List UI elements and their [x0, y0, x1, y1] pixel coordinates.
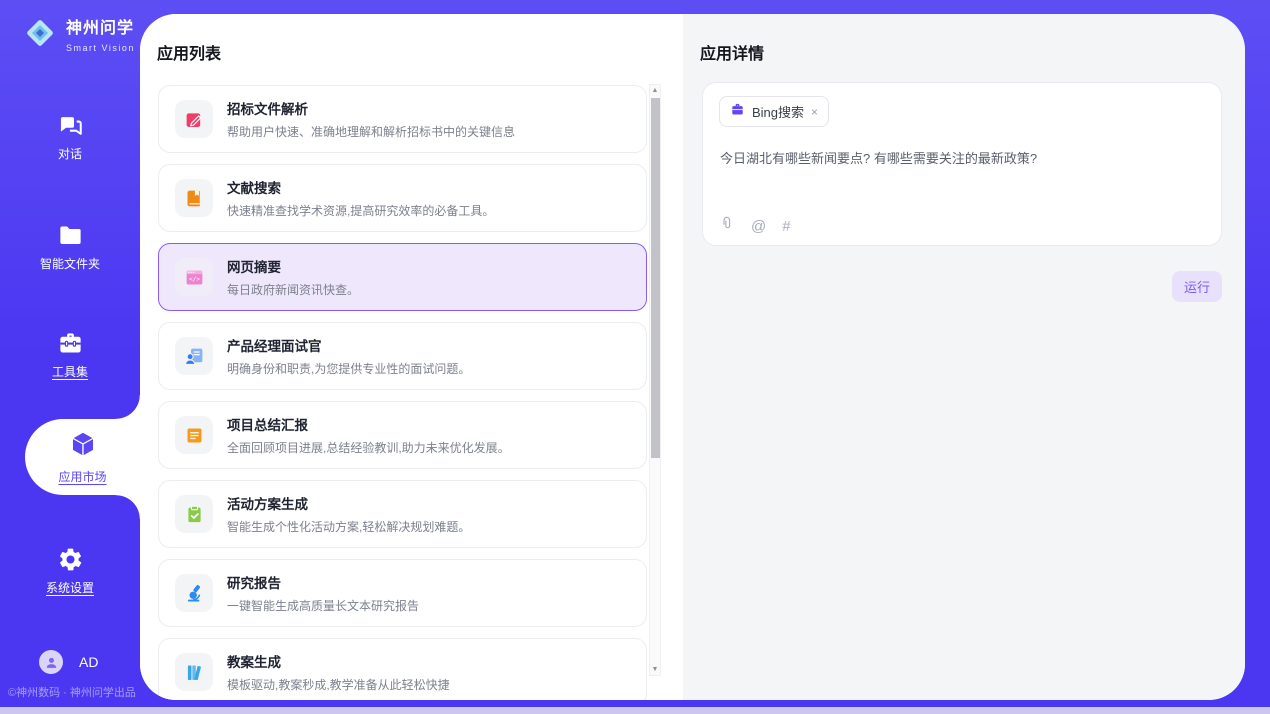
avatar	[39, 650, 63, 674]
app-list-panel: 应用列表 招标文件解析 帮助用户快速、准确地理解和解析招标书中的关键信息	[140, 14, 683, 700]
app-card-research-report[interactable]: 研究报告 一键智能生成高质量长文本研究报告	[158, 559, 647, 627]
svg-text:</>: </>	[188, 276, 199, 283]
scrollbar-thumb[interactable]	[651, 98, 660, 458]
folder-icon	[0, 222, 140, 249]
sidebar-item-label: 对话	[0, 145, 140, 162]
logo-subtitle: Smart Vision	[66, 43, 135, 53]
list-scrollbar[interactable]: ▲ ▼	[649, 84, 661, 676]
tool-tag-label: Bing搜索	[752, 102, 804, 121]
run-button[interactable]: 运行	[1172, 271, 1222, 302]
tab-notch-top	[116, 395, 140, 419]
app-card-lesson-plan[interactable]: 教案生成 模板驱动,教案秒成,教学准备从此轻松快捷	[158, 638, 647, 700]
briefcase-icon	[730, 102, 745, 122]
app-description: 明确身份和职责,为您提供专业性的面试问题。	[227, 360, 470, 377]
scroll-down-icon[interactable]: ▼	[650, 666, 660, 673]
copyright-text: ©神州数码 · 神州问学出品	[8, 684, 136, 700]
user-name: AD	[79, 654, 98, 670]
app-name: 活动方案生成	[227, 493, 470, 513]
app-card-pm-interviewer[interactable]: 产品经理面试官 明确身份和职责,为您提供专业性的面试问题。	[158, 322, 647, 390]
app-name: 文献搜索	[227, 177, 494, 197]
sidebar-item-label: 应用市场	[58, 468, 106, 485]
scroll-up-icon[interactable]: ▲	[650, 87, 660, 94]
bottom-strip	[0, 707, 1270, 714]
app-name: 项目总结汇报	[227, 414, 510, 434]
microscope-icon	[175, 574, 213, 612]
sidebar-item-label: 智能文件夹	[0, 255, 140, 272]
sidebar-item-chat[interactable]: 对话	[0, 112, 140, 162]
app-name: 产品经理面试官	[227, 335, 470, 355]
attach-toolbar: @ #	[719, 215, 791, 238]
prompt-text[interactable]: 今日湖北有哪些新闻要点? 有哪些需要关注的最新政策?	[720, 149, 1200, 169]
interviewer-icon	[175, 337, 213, 375]
logo-diamond-icon	[22, 15, 58, 56]
main-container: 应用列表 招标文件解析 帮助用户快速、准确地理解和解析招标书中的关键信息	[140, 14, 1245, 700]
app-description: 智能生成个性化活动方案,轻松解决规划难题。	[227, 518, 470, 535]
app-name: 教案生成	[227, 651, 450, 671]
app-description: 一键智能生成高质量长文本研究报告	[227, 597, 419, 614]
tab-notch-bottom	[116, 495, 140, 519]
app-detail-panel: 应用详情 Bing搜索 × 今日湖北有哪些新闻要点? 有哪些需要关注的最新政策?	[683, 14, 1245, 700]
prompt-card: Bing搜索 × 今日湖北有哪些新闻要点? 有哪些需要关注的最新政策? @ #	[702, 82, 1222, 246]
user-account[interactable]: AD	[39, 650, 98, 674]
sidebar-item-label: 工具集	[0, 363, 140, 380]
paperclip-icon[interactable]	[719, 215, 735, 238]
hash-icon[interactable]: #	[782, 218, 790, 235]
sidebar-item-settings[interactable]: 系统设置	[0, 546, 140, 596]
app-description: 帮助用户快速、准确地理解和解析招标书中的关键信息	[227, 123, 515, 140]
app-name: 招标文件解析	[227, 98, 515, 118]
books-icon	[175, 653, 213, 691]
app-description: 快速精准查找学术资源,提高研究效率的必备工具。	[227, 202, 494, 219]
chat-icon	[0, 112, 140, 139]
app-card-web-summary[interactable]: </> 网页摘要 每日政府新闻资讯快查。	[158, 243, 647, 311]
app-card-literature-search[interactable]: 文献搜索 快速精准查找学术资源,提高研究效率的必备工具。	[158, 164, 647, 232]
cube-icon	[68, 429, 98, 464]
logo: 神州问学 Smart Vision	[22, 14, 140, 56]
sidebar-item-label: 系统设置	[0, 579, 140, 596]
app-description: 全面回顾项目进展,总结经验教训,助力未来优化发展。	[227, 439, 510, 456]
app-card-bid-analysis[interactable]: 招标文件解析 帮助用户快速、准确地理解和解析招标书中的关键信息	[158, 85, 647, 153]
sidebar-item-app-market[interactable]: 应用市场	[25, 419, 140, 495]
sidebar: 神州问学 Smart Vision 对话 智能文件夹	[0, 0, 140, 714]
app-card-event-plan[interactable]: 活动方案生成 智能生成个性化活动方案,轻松解决规划难题。	[158, 480, 647, 548]
app-detail-title: 应用详情	[700, 40, 764, 64]
app-name: 研究报告	[227, 572, 419, 592]
app-cards: 招标文件解析 帮助用户快速、准确地理解和解析招标书中的关键信息 文献搜索	[158, 85, 647, 700]
gear-icon	[0, 546, 140, 573]
at-icon[interactable]: @	[751, 218, 766, 235]
tag-close-icon[interactable]: ×	[811, 105, 818, 119]
app-window: 神州问学 Smart Vision 对话 智能文件夹	[0, 0, 1270, 714]
note-icon	[175, 416, 213, 454]
clipboard-check-icon	[175, 495, 213, 533]
sidebar-item-smart-folders[interactable]: 智能文件夹	[0, 222, 140, 272]
toolbox-icon	[0, 330, 140, 357]
logo-title: 神州问学	[66, 20, 134, 37]
tool-tag-bing-search[interactable]: Bing搜索 ×	[719, 96, 829, 127]
edit-document-icon	[175, 100, 213, 138]
app-description: 模板驱动,教案秒成,教学准备从此轻松快捷	[227, 676, 450, 693]
app-card-project-summary[interactable]: 项目总结汇报 全面回顾项目进展,总结经验教训,助力未来优化发展。	[158, 401, 647, 469]
browser-code-icon: </>	[175, 258, 213, 296]
app-list-title: 应用列表	[157, 40, 221, 64]
app-name: 网页摘要	[227, 256, 359, 276]
book-icon	[175, 179, 213, 217]
sidebar-item-toolset[interactable]: 工具集	[0, 330, 140, 380]
app-description: 每日政府新闻资讯快查。	[227, 281, 359, 298]
